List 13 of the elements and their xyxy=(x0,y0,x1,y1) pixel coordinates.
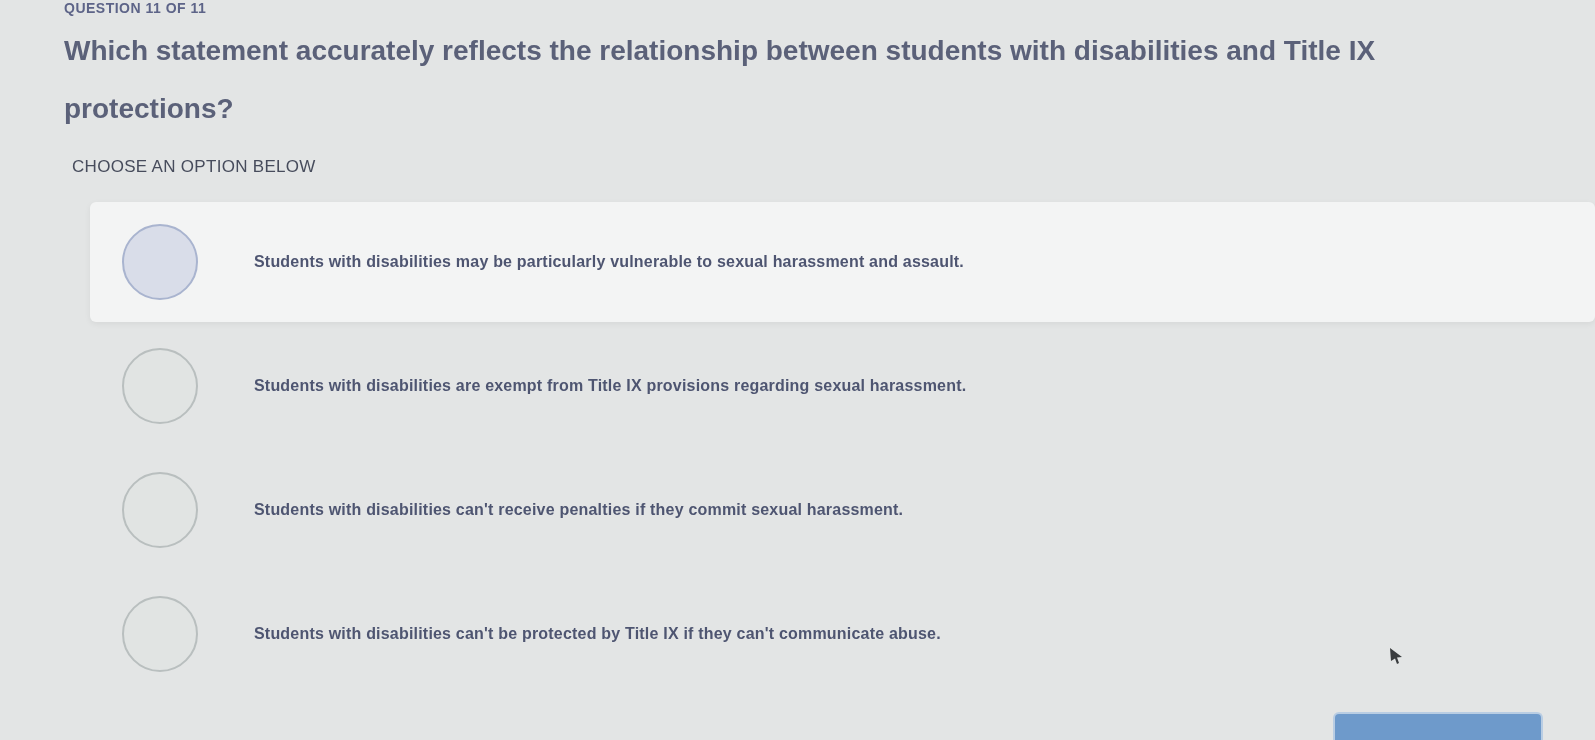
mouse-pointer-icon xyxy=(1390,648,1402,664)
action-button[interactable] xyxy=(1333,712,1543,740)
option-text: Students with disabilities are exempt from Title IX provisions regarding sexual harassment. xyxy=(254,375,967,396)
option-row[interactable]: Students with disabilities can't be protected by Title IX if they can't communicate abuse. xyxy=(90,573,1595,694)
option-text: Students with disabilities may be particularly vulnerable to sexual harassment and assault. xyxy=(254,251,964,272)
question-counter: QUESTION 11 OF 11 xyxy=(64,0,208,16)
option-text: Students with disabilities can't be protected by Title IX if they can't communicate abuse. xyxy=(254,623,941,644)
instruction-text: CHOOSE AN OPTION BELOW xyxy=(72,156,317,178)
option-card[interactable]: Students with disabilities may be particularly vulnerable to sexual harassment and assault. xyxy=(90,201,1595,322)
option-row[interactable]: Students with disabilities can't receive penalties if they commit sexual harassment. xyxy=(90,449,1595,570)
option-text: Students with disabilities can't receive penalties if they commit sexual harassment. xyxy=(254,499,904,520)
option-row[interactable]: Students with disabilities are exempt from Title IX provisions regarding sexual harassment. xyxy=(90,325,1595,446)
question-text: Which statement accurately reflects the relationship between students with disabilities and Title IX protections? xyxy=(64,34,1377,126)
